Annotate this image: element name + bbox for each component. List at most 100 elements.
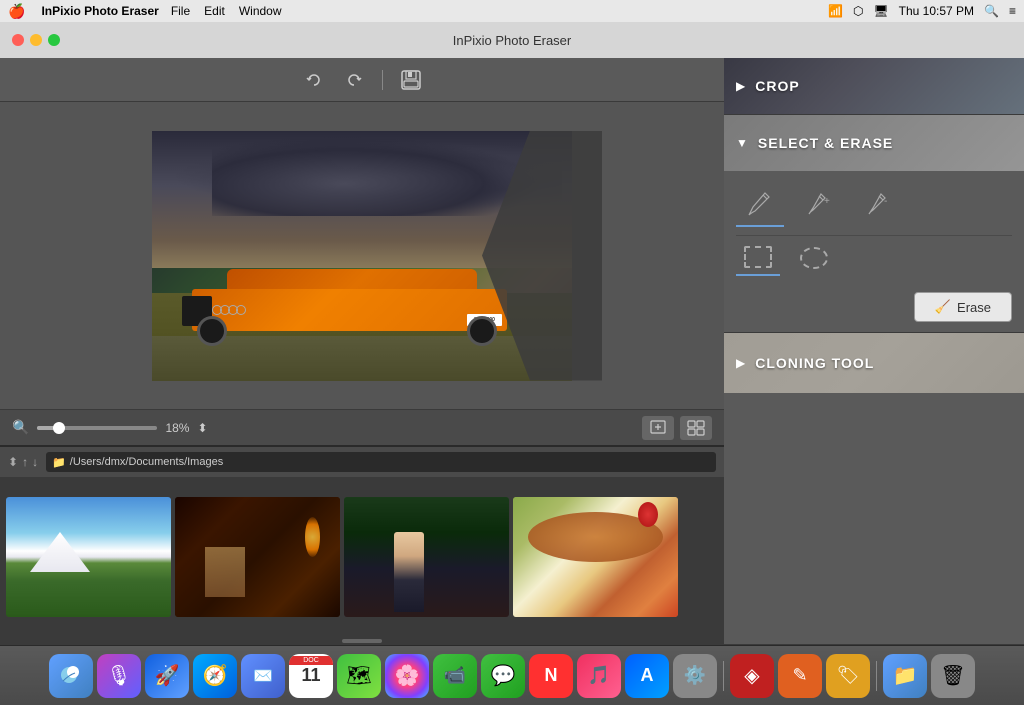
save-button[interactable] [395, 66, 427, 94]
maximize-button[interactable] [48, 34, 60, 46]
title-bar: InPixio Photo Eraser [0, 22, 1024, 58]
zoom-slider[interactable] [37, 426, 157, 430]
dock-messages[interactable]: 💬 [481, 654, 525, 698]
cloning-header[interactable]: ▶ CLONING TOOL [724, 333, 1024, 393]
control-center-icon[interactable]: ≡ [1009, 4, 1016, 18]
brush-add-tool-button[interactable]: + [796, 183, 844, 227]
crop-header[interactable]: ▶ CROP [724, 58, 1024, 114]
rect-select-icon [744, 246, 772, 268]
erase-button-area: 🧹 Erase [724, 288, 1024, 332]
thumbnails-container[interactable] [0, 477, 724, 637]
folder-icon: 📁 [52, 456, 66, 469]
right-panel: ▶ CROP ▼ SELECT & ERASE [724, 58, 1024, 645]
dock-news[interactable]: N [529, 654, 573, 698]
dock-appstore[interactable]: A [625, 654, 669, 698]
sort-desc-icon[interactable]: ↓ [32, 455, 38, 469]
dock-separator-1 [723, 661, 724, 691]
sort-icon1: ⬍ [8, 455, 18, 469]
erase-button[interactable]: 🧹 Erase [914, 292, 1012, 322]
dock-inpixio-pink[interactable]: 🏷 [826, 654, 870, 698]
undo-button[interactable] [298, 66, 330, 94]
toolbar-separator [382, 70, 383, 90]
select-erase-section: ▼ SELECT & ERASE [724, 115, 1024, 333]
file-browser: ⬍ ↑ ↓ 📁 /Users/dmx/Documents/Images [0, 445, 724, 645]
lasso-icon [800, 247, 828, 269]
clock: Thu 10:57 PM [899, 4, 974, 18]
dock-trash[interactable]: 🗑 [931, 654, 975, 698]
dock-maps[interactable]: 🗺 [337, 654, 381, 698]
menu-file[interactable]: File [171, 4, 190, 18]
menu-window[interactable]: Window [239, 4, 282, 18]
bluetooth-icon: ⬡ [853, 4, 863, 18]
svg-text:+: + [824, 196, 830, 207]
file-browser-toolbar: ⬍ ↑ ↓ 📁 /Users/dmx/Documents/Images [0, 447, 724, 477]
brush-tools-row: + - [736, 183, 1012, 227]
thumbnail-interior[interactable] [175, 497, 340, 617]
calendar-day: 11 [301, 665, 320, 687]
lasso-select-button[interactable] [792, 240, 836, 276]
erase-icon: 🧹 [935, 299, 951, 315]
dock-photos[interactable]: 🌸 [385, 654, 429, 698]
menu-bar-right: 📶 ⬡ 🖥 Thu 10:57 PM 🔍 ≡ [828, 4, 1016, 18]
tools-area: + - [724, 171, 1024, 288]
dock: 🎙 🚀 🧭 ✉️ DOC 11 🗺 🌸 📹 💬 N 🎵 A ⚙️ [0, 645, 1024, 705]
dock-separator-2 [876, 661, 877, 691]
zoom-value: 18% [165, 421, 189, 435]
select-erase-title: SELECT & ERASE [758, 135, 893, 151]
canvas-area: MAS 600 [0, 102, 724, 409]
zoom-actions [642, 416, 712, 440]
dock-facetime[interactable]: 📹 [433, 654, 477, 698]
dock-folder[interactable]: 📁 [883, 654, 927, 698]
dock-inpixio-red[interactable]: ◈ [730, 654, 774, 698]
left-panel: MAS 600 🔍 18% ⬍ [0, 58, 724, 645]
thumbnail-girl[interactable] [344, 497, 509, 617]
dock-mail[interactable]: ✉️ [241, 654, 285, 698]
toolbar [0, 58, 724, 102]
zoom-out-icon: 🔍 [12, 419, 29, 436]
redo-button[interactable] [338, 66, 370, 94]
zoom-stepper[interactable]: ⬍ [197, 421, 207, 435]
dock-siri[interactable]: 🎙 [97, 654, 141, 698]
sort-asc-icon[interactable]: ↑ [22, 455, 28, 469]
photo-container: MAS 600 [152, 131, 572, 381]
dock-music[interactable]: 🎵 [577, 654, 621, 698]
wifi-icon: 📶 [828, 4, 843, 18]
select-erase-arrow: ▼ [736, 136, 748, 150]
select-erase-header[interactable]: ▼ SELECT & ERASE [724, 115, 1024, 171]
menu-items: File Edit Window [171, 4, 282, 18]
cloning-title: CLONING TOOL [755, 355, 874, 371]
calendar-header: DOC [289, 656, 333, 665]
dock-system-settings[interactable]: ⚙️ [673, 654, 717, 698]
dock-inpixio-orange[interactable]: ✎ [778, 654, 822, 698]
minimize-button[interactable] [30, 34, 42, 46]
main-layout: MAS 600 🔍 18% ⬍ [0, 58, 1024, 645]
dock-finder[interactable] [49, 654, 93, 698]
file-path: /Users/dmx/Documents/Images [70, 456, 223, 468]
search-icon[interactable]: 🔍 [984, 4, 999, 18]
crop-title: CROP [755, 78, 799, 94]
dock-launchpad[interactable]: 🚀 [145, 654, 189, 698]
thumbnail-food[interactable] [513, 497, 678, 617]
svg-text:-: - [884, 196, 887, 207]
dock-calendar[interactable]: DOC 11 [289, 654, 333, 698]
menu-bar: 🍎 InPixio Photo Eraser File Edit Window … [0, 0, 1024, 22]
apple-menu[interactable]: 🍎 [8, 3, 25, 20]
menu-edit[interactable]: Edit [204, 4, 225, 18]
erase-label: Erase [957, 300, 991, 315]
scroll-thumb[interactable] [342, 639, 382, 643]
crop-section: ▶ CROP [724, 58, 1024, 115]
rect-select-button[interactable] [736, 240, 780, 276]
dock-safari[interactable]: 🧭 [193, 654, 237, 698]
brush-remove-tool-button[interactable]: - [856, 183, 904, 227]
close-button[interactable] [12, 34, 24, 46]
cloning-section: ▶ CLONING TOOL [724, 333, 1024, 645]
sort-icons: ⬍ ↑ ↓ [8, 455, 38, 469]
scroll-indicator [0, 637, 724, 645]
expand-button[interactable] [680, 416, 712, 440]
path-bar: 📁 /Users/dmx/Documents/Images [46, 452, 716, 472]
display-icon: 🖥 [873, 4, 888, 18]
window-title: InPixio Photo Eraser [453, 33, 572, 48]
thumbnail-mountain[interactable] [6, 497, 171, 617]
fit-button[interactable] [642, 416, 674, 440]
brush-tool-button[interactable] [736, 183, 784, 227]
